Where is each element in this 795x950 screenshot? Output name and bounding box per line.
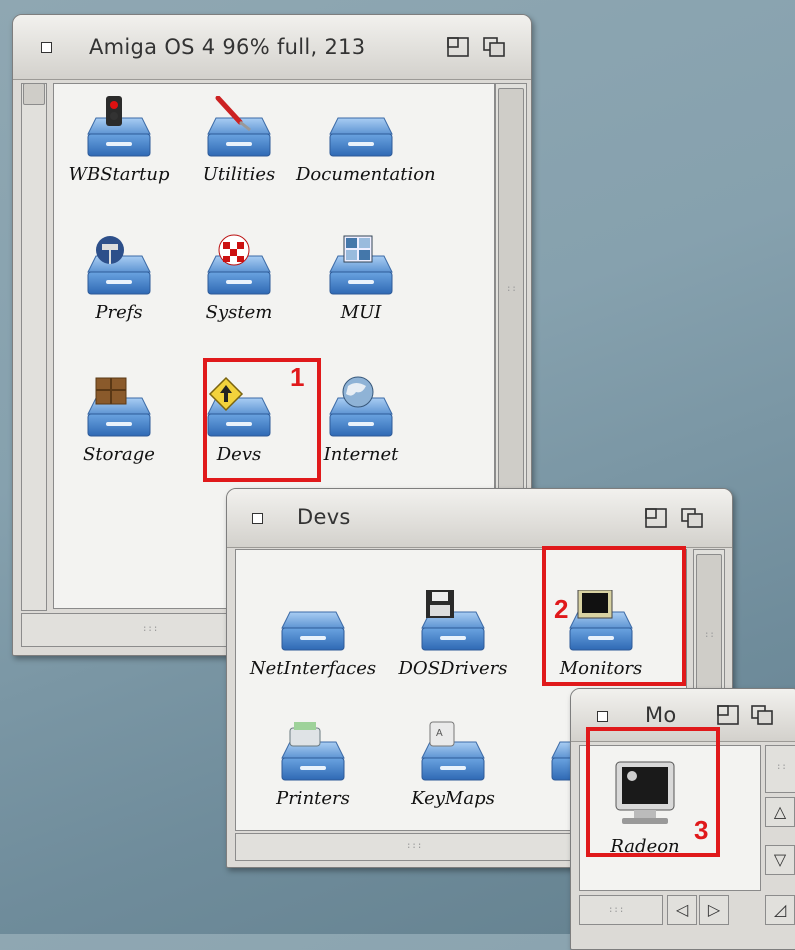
scroll-up-icon[interactable]: △ xyxy=(765,797,795,827)
devs-titlebar[interactable]: Devs xyxy=(227,489,732,548)
drawer-icon xyxy=(206,95,272,158)
drawer-icon xyxy=(86,96,152,158)
drawer-label: KeyMaps xyxy=(411,788,495,809)
drawer-prefs[interactable]: Prefs xyxy=(54,234,184,323)
scroll-right-icon[interactable]: ▷ xyxy=(699,895,729,925)
vertical-scrollbar[interactable]: :: xyxy=(765,745,795,793)
drawer-wbstartup[interactable]: WBStartup xyxy=(54,96,184,185)
drawer-label: DOSDrivers xyxy=(398,658,508,679)
drawer-keymaps[interactable]: A KeyMaps xyxy=(388,720,518,809)
left-border-gadget[interactable] xyxy=(21,83,47,611)
drawer-storage[interactable]: Storage xyxy=(54,376,184,465)
drawer-icon xyxy=(280,722,346,782)
horizontal-scrollbar[interactable]: ::: xyxy=(579,895,663,925)
left-border-knob[interactable] xyxy=(23,83,45,105)
drawer-dosdrivers[interactable]: DOSDrivers xyxy=(388,590,518,679)
drawer-label: Prefs xyxy=(95,302,143,323)
drawer-label: MUI xyxy=(340,302,382,323)
highlight-number: 1 xyxy=(290,362,305,392)
depth-gadget-icon[interactable] xyxy=(483,37,505,57)
scroll-left-icon[interactable]: ◁ xyxy=(667,895,697,925)
drawer-icon xyxy=(280,590,346,652)
grip-dots-icon: :: xyxy=(506,284,517,294)
drawer-label: NetInterfaces xyxy=(249,658,377,679)
close-gadget-icon[interactable] xyxy=(41,42,52,53)
drawer-icon xyxy=(328,235,394,296)
drawer-documentation[interactable]: Documentation xyxy=(296,96,436,185)
zoom-gadget-icon[interactable] xyxy=(717,705,739,725)
drawer-label: WBStartup xyxy=(68,164,170,185)
drawer-label: Utilities xyxy=(202,164,276,185)
grip-dots-icon: ::: xyxy=(406,841,423,851)
zoom-gadget-icon[interactable] xyxy=(645,508,667,528)
close-gadget-icon[interactable] xyxy=(597,711,608,722)
drawer-mui[interactable]: MUI xyxy=(296,234,426,323)
scroll-down-icon[interactable]: ▽ xyxy=(765,845,795,875)
window-title: Mo xyxy=(645,703,677,727)
highlight-number: 2 xyxy=(554,594,569,624)
resize-gadget-icon[interactable]: ◿ xyxy=(765,895,795,925)
amiga-os4-titlebar[interactable]: Amiga OS 4 96% full, 213 xyxy=(13,15,531,80)
drawer-icon xyxy=(86,377,152,438)
drawer-icon xyxy=(328,96,394,158)
grip-dots-icon: :: xyxy=(776,762,787,772)
drawer-label: Documentation xyxy=(296,164,436,185)
drawer-icon xyxy=(86,236,152,296)
close-gadget-icon[interactable] xyxy=(252,513,263,524)
window-title: Devs xyxy=(297,505,351,529)
drawer-icon xyxy=(328,376,394,438)
grip-dots-icon: ::: xyxy=(608,905,625,915)
drawer-label: Printers xyxy=(276,788,350,809)
depth-gadget-icon[interactable] xyxy=(751,705,773,725)
svg-text:A: A xyxy=(436,728,443,739)
drawer-icon: A xyxy=(420,721,486,782)
drawer-printers[interactable]: Printers xyxy=(248,720,378,809)
drawer-system[interactable]: System xyxy=(174,234,304,323)
drawer-icon xyxy=(206,234,272,296)
drawer-utilities[interactable]: Utilities xyxy=(174,95,304,185)
drawer-icon xyxy=(420,590,486,652)
depth-gadget-icon[interactable] xyxy=(681,508,703,528)
zoom-gadget-icon[interactable] xyxy=(447,37,469,57)
drawer-label: Storage xyxy=(83,444,155,465)
drawer-netinterfaces[interactable]: NetInterfaces xyxy=(248,590,378,679)
grip-dots-icon: :: xyxy=(704,630,715,640)
window-title: Amiga OS 4 96% full, 213 xyxy=(89,35,366,59)
drawer-label: System xyxy=(205,302,273,323)
highlight-number: 3 xyxy=(694,815,709,845)
grip-dots-icon: ::: xyxy=(142,624,159,634)
